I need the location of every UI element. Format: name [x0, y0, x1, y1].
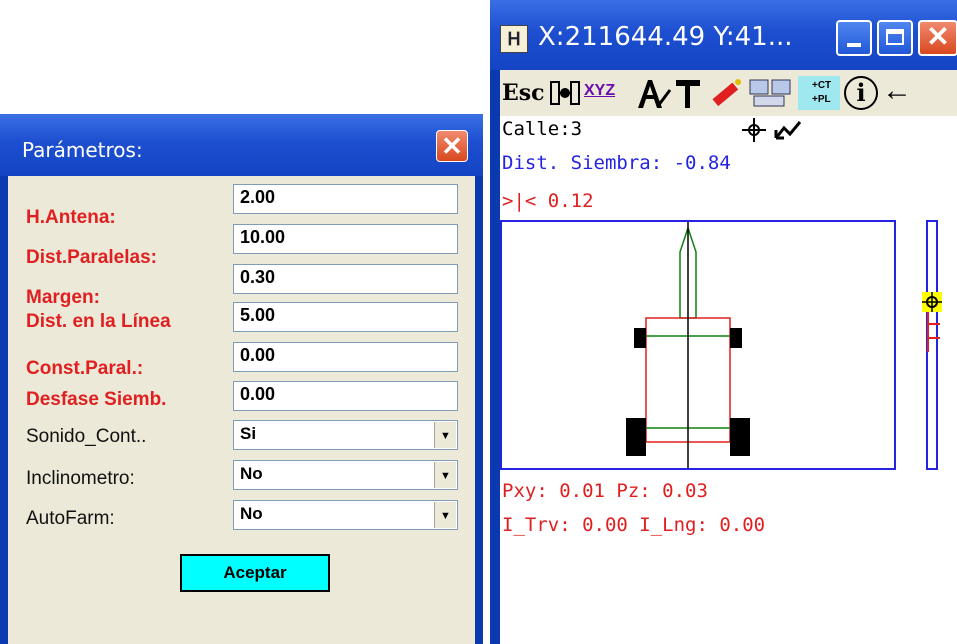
- h-antena-label: H.Antena:: [26, 207, 116, 228]
- desfase-siemb-label: Desfase Siemb.: [26, 389, 167, 410]
- guidance-screen: Calle:3 Dist. Siembra: -0.84 >|< 0.12 Px…: [500, 116, 957, 644]
- esc-button[interactable]: Esc: [502, 76, 546, 110]
- pl-label: +PL: [812, 94, 831, 105]
- params-dialog-titlebar[interactable]: Parámetros: ✕: [0, 114, 483, 176]
- calle-label: Calle:3: [502, 118, 583, 140]
- toolbar: Esc XYZ +CT +PL i ←: [500, 70, 957, 116]
- close-icon[interactable]: ✕: [436, 130, 468, 162]
- desfase-siemb-input[interactable]: 0.00: [233, 381, 458, 411]
- minimize-button[interactable]: [836, 20, 872, 56]
- chevron-down-icon[interactable]: ▼: [434, 502, 456, 528]
- inclinometro-label: Inclinometro:: [26, 468, 135, 489]
- const-paral-input[interactable]: 0.00: [233, 342, 458, 372]
- dynamite-icon[interactable]: [706, 76, 746, 110]
- add-ct-pl-button[interactable]: +CT +PL: [798, 76, 840, 110]
- chevron-down-icon[interactable]: ▼: [434, 422, 456, 448]
- margen-label: Margen:: [26, 287, 100, 308]
- app-titlebar[interactable]: ᕼ X:211644.49 Y:41... ✕: [490, 0, 957, 70]
- satellite-icon[interactable]: [548, 76, 582, 110]
- chevron-down-icon[interactable]: ▼: [434, 462, 456, 488]
- inclination-readout: I_Trv: 0.00 I_Lng: 0.00: [502, 514, 766, 536]
- sonido-cont-select[interactable]: Si ▼: [233, 420, 458, 450]
- computer-icon[interactable]: [748, 76, 796, 110]
- app-icon: ᕼ: [500, 25, 528, 53]
- dist-siembra-readout: Dist. Siembra: -0.84: [502, 152, 731, 174]
- autofarm-select[interactable]: No ▼: [233, 500, 458, 530]
- app-window: ᕼ X:211644.49 Y:41... ✕ Esc XYZ +CT +PL …: [490, 0, 957, 644]
- dist-paralelas-label: Dist.Paralelas:: [26, 247, 157, 268]
- info-button[interactable]: i: [844, 76, 878, 110]
- xyz-button[interactable]: XYZ: [584, 76, 634, 110]
- dist-linea-label: Dist. en la Línea: [26, 311, 171, 332]
- gps-crosshair-icon: [740, 116, 804, 144]
- params-dialog-body: H.Antena: 2.00 Dist.Paralelas: 10.00 Mar…: [8, 176, 475, 644]
- ct-label: +CT: [812, 80, 832, 91]
- autofarm-label: AutoFarm:: [26, 508, 115, 529]
- inclinometro-select[interactable]: No ▼: [233, 460, 458, 490]
- tractor-icon: [626, 222, 750, 468]
- dist-linea-input[interactable]: 5.00: [233, 302, 458, 332]
- margen-input[interactable]: 0.30: [233, 264, 458, 294]
- coords-title: X:211644.49 Y:41...: [538, 22, 793, 52]
- pxy-pz-readout: Pxy: 0.01 Pz: 0.03: [502, 480, 708, 502]
- h-antena-input[interactable]: 2.00: [233, 184, 458, 214]
- const-paral-label: Const.Paral.:: [26, 358, 144, 379]
- inclinometro-value: No: [240, 464, 263, 483]
- sonido-cont-label: Sonido_Cont..: [26, 426, 147, 447]
- back-arrow-icon[interactable]: ←: [882, 76, 922, 110]
- hammer-icon[interactable]: [674, 76, 702, 110]
- dist-paralelas-input[interactable]: 10.00: [233, 224, 458, 254]
- offset-readout: >|< 0.12: [502, 190, 594, 212]
- params-dialog-title: Parámetros:: [22, 138, 143, 162]
- params-dialog: Parámetros: ✕ H.Antena: 2.00 Dist.Parale…: [0, 114, 483, 644]
- maximize-button[interactable]: [877, 20, 913, 56]
- sonido-cont-value: Si: [240, 424, 257, 443]
- accept-button[interactable]: Aceptar: [180, 554, 330, 592]
- autofarm-value: No: [240, 504, 263, 523]
- text-edit-icon[interactable]: [636, 76, 672, 110]
- tractor-view: [500, 220, 896, 470]
- close-icon[interactable]: ✕: [918, 20, 957, 56]
- level-marker-icon: [918, 292, 946, 352]
